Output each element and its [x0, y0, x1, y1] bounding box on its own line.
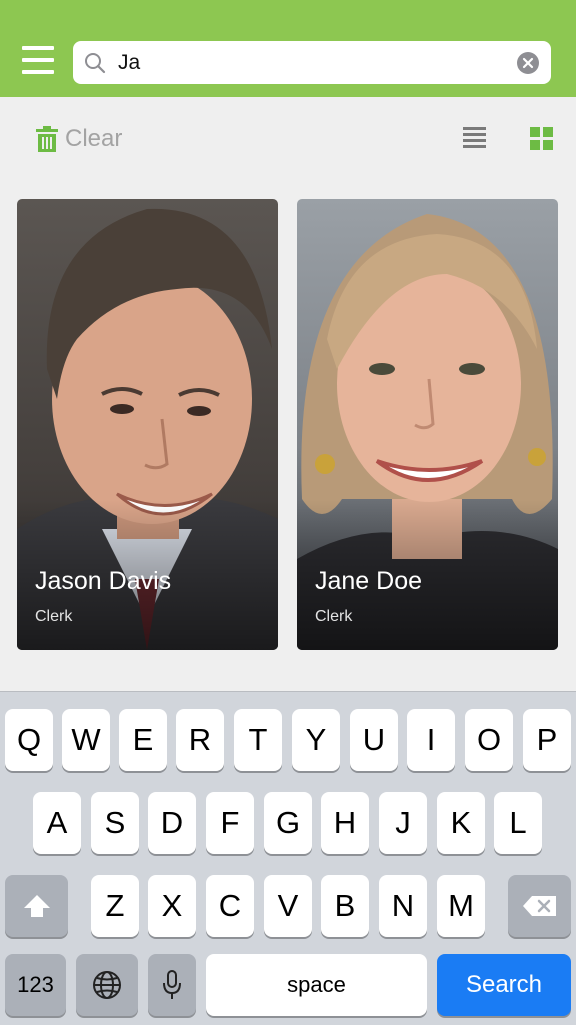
key-s[interactable]: S	[91, 792, 139, 854]
person-name: Jason Davis	[35, 567, 172, 595]
person-card[interactable]: Jason Davis Clerk	[17, 199, 278, 650]
key-u[interactable]: U	[350, 709, 398, 771]
on-screen-keyboard: Q W E R T Y U I O P A S D F G H J K L Z …	[0, 691, 576, 1025]
key-g[interactable]: G	[264, 792, 312, 854]
key-z[interactable]: Z	[91, 875, 139, 937]
search-key[interactable]: Search	[437, 954, 571, 1016]
key-k[interactable]: K	[437, 792, 485, 854]
key-x[interactable]: X	[148, 875, 196, 937]
key-j[interactable]: J	[379, 792, 427, 854]
key-m[interactable]: M	[437, 875, 485, 937]
microphone-icon	[163, 970, 181, 999]
dictation-key[interactable]	[148, 954, 196, 1016]
key-o[interactable]: O	[465, 709, 513, 771]
key-p[interactable]: P	[523, 709, 571, 771]
space-key[interactable]: space	[206, 954, 427, 1016]
delete-key[interactable]	[508, 875, 571, 937]
shift-arrow-icon	[23, 895, 50, 917]
key-v[interactable]: V	[264, 875, 312, 937]
clear-label: Clear	[65, 125, 123, 152]
key-b[interactable]: B	[321, 875, 369, 937]
key-e[interactable]: E	[119, 709, 167, 771]
key-f[interactable]: F	[206, 792, 254, 854]
key-l[interactable]: L	[494, 792, 542, 854]
clear-search-icon[interactable]	[517, 52, 539, 74]
key-w[interactable]: W	[62, 709, 110, 771]
search-bar[interactable]	[73, 41, 551, 84]
globe-icon	[93, 971, 121, 999]
key-t[interactable]: T	[234, 709, 282, 771]
key-h[interactable]: H	[321, 792, 369, 854]
key-c[interactable]: C	[206, 875, 254, 937]
person-name: Jane Doe	[315, 567, 423, 595]
person-card[interactable]: Jane Doe Clerk	[297, 199, 558, 650]
person-role: Clerk	[315, 608, 353, 625]
person-role: Clerk	[35, 608, 73, 625]
clear-button[interactable]: Clear	[36, 124, 122, 154]
key-d[interactable]: D	[148, 792, 196, 854]
backspace-icon	[522, 896, 556, 916]
key-a[interactable]: A	[33, 792, 81, 854]
key-n[interactable]: N	[379, 875, 427, 937]
shift-key[interactable]	[5, 875, 68, 937]
key-q[interactable]: Q	[5, 709, 53, 771]
grid-view-icon[interactable]	[530, 127, 553, 150]
search-icon	[85, 53, 106, 74]
numbers-key[interactable]: 123	[5, 954, 66, 1016]
trash-icon	[36, 126, 58, 152]
app-header	[0, 0, 576, 97]
key-i[interactable]: I	[407, 709, 455, 771]
globe-key[interactable]	[76, 954, 138, 1016]
list-view-icon[interactable]	[463, 127, 486, 149]
hamburger-menu-icon[interactable]	[22, 46, 54, 76]
search-input[interactable]	[118, 51, 498, 75]
key-r[interactable]: R	[176, 709, 224, 771]
key-y[interactable]: Y	[292, 709, 340, 771]
